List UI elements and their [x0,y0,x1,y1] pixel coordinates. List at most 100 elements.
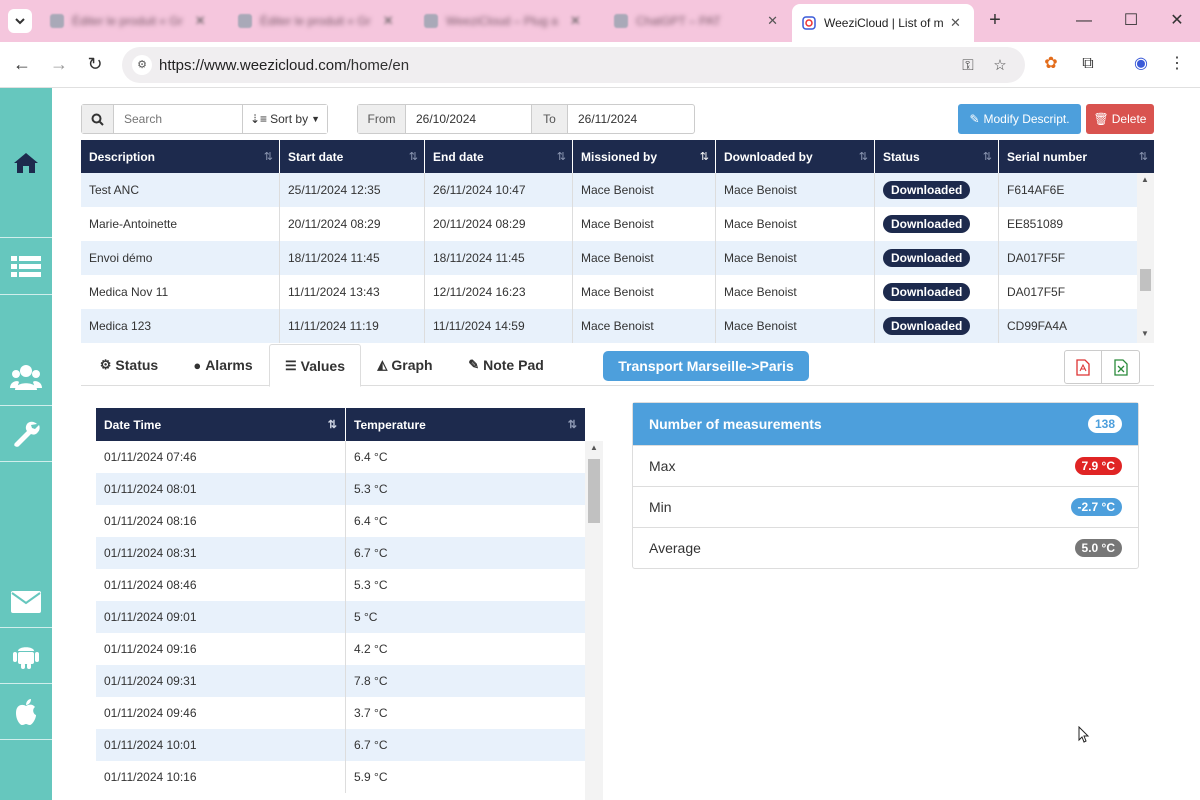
table-row: 01/11/2024 09:01 5 °C [96,601,585,633]
sidebar-item-mail[interactable] [0,462,52,628]
stat-label: Average [649,540,701,556]
url-text[interactable]: https://www.weezicloud.com/home/en [159,57,409,74]
forward-arrow-icon[interactable]: → [47,53,71,77]
sidebar-item-android[interactable] [0,628,52,684]
tab-label: Graph [391,357,433,373]
scrollbar[interactable]: ▲ ▼ [1137,173,1154,343]
list-icon [11,256,41,277]
profile-icon[interactable]: ◉ [1130,53,1152,75]
column-header-missioned-by[interactable]: Missioned by ⇅ [573,140,716,173]
sort-by-label: Sort by [270,112,309,126]
reload-icon[interactable]: ↻ [83,53,107,77]
close-icon[interactable]: ✕ [195,13,206,29]
column-label: Start date [288,149,344,164]
transport-mission-button[interactable]: Transport Marseille->Paris [603,351,809,381]
browser-tab[interactable]: Éditer le produit « Gr ✕ [228,6,408,36]
star-icon[interactable]: ☆ [990,56,1010,76]
table-row[interactable]: Marie-Antoinette 20/11/2024 08:29 20/11/20… [81,207,1154,241]
scroll-down-arrow-icon[interactable]: ▼ [1141,329,1149,338]
tab-status[interactable]: ⚙ Status [85,344,173,386]
cell-date-time: 01/11/2024 08:01 [96,473,346,505]
cell-serial-number: F614AF6E [1007,183,1065,197]
maximize-icon[interactable]: ☐ [1120,10,1142,32]
window-close-icon[interactable]: ✕ [1166,10,1188,32]
scroll-up-arrow-icon[interactable]: ▲ [590,443,598,452]
favicon-icon [424,14,438,28]
browser-tab[interactable]: ChatGPT – PAT ✕ [604,6,788,36]
table-row[interactable]: Envoi démo 18/11/2024 11:45 18/11/2024 11:… [81,241,1154,275]
table-row[interactable]: Medica Nov 11 11/11/2024 13:43 12/11/2024 … [81,275,1154,309]
cell-date-time: 01/11/2024 08:46 [96,569,346,601]
mouse-cursor-icon [1078,726,1090,743]
new-tab-plus-icon[interactable]: + [984,9,1006,31]
tab-note-pad[interactable]: ✎ Note Pad [465,344,547,386]
close-icon[interactable]: ✕ [383,13,394,29]
column-label: Serial number [1007,149,1088,164]
extension-icon[interactable]: ✿ [1040,53,1062,75]
browser-tab[interactable]: Éditer le produit « Gr ✕ [40,6,222,36]
table-row: 01/11/2024 08:16 6.4 °C [96,505,585,537]
delete-button[interactable]: 🗑 Delete [1086,104,1154,134]
export-excel-button[interactable] [1102,351,1139,383]
scroll-thumb[interactable] [1140,269,1151,291]
column-header-date-time[interactable]: Date Time ⇅ [96,408,346,441]
cell-status: Downloaded [875,241,999,275]
scroll-thumb[interactable] [588,459,600,523]
scrollbar[interactable]: ▲ [585,441,603,800]
to-label: To [532,105,568,133]
modify-description-button[interactable]: ✎ Modify Descript. [958,104,1081,134]
cell-downloaded-by: Mace Benoist [716,207,875,241]
export-pdf-button[interactable] [1065,351,1102,383]
column-label: End date [433,149,484,164]
sidebar-item-home[interactable] [0,88,52,238]
minimize-icon[interactable]: — [1073,10,1095,32]
close-icon[interactable]: ✕ [950,15,961,31]
sidebar-item-list[interactable] [0,238,52,295]
table-row[interactable]: Test ANC 25/11/2024 12:35 26/11/2024 10:47… [81,173,1154,207]
puzzle-icon[interactable]: ⧉ [1077,53,1099,75]
column-header-serial-number[interactable]: Serial number ⇅ [999,140,1154,173]
column-label: Status [883,149,920,164]
address-bar[interactable]: ⚙ https://www.weezicloud.com/home/en ⚿ ☆ [122,47,1025,83]
detail-tabs: ⚙ Status ● Alarms ☰ Values ◭ Graph ✎ Note Pad… [81,344,1154,387]
key-icon[interactable]: ⚿ [958,56,978,76]
cell-description: Marie-Antoinette [81,207,280,241]
status-badge: Downloaded [883,249,971,267]
tab-label: Values [300,357,346,374]
sidebar-item-apple[interactable] [0,684,52,740]
column-header-end-date[interactable]: End date ⇅ [425,140,573,173]
column-header-status[interactable]: Status ⇅ [875,140,999,173]
table-row[interactable]: Medica 123 11/11/2024 11:19 11/11/2024 14:… [81,309,1154,343]
cell-missioned-by: Mace Benoist [573,207,716,241]
tab-graph[interactable]: ◭ Graph [369,344,441,386]
menu-dots-icon[interactable]: ⋮ [1166,53,1188,75]
close-icon[interactable]: ✕ [570,13,581,29]
browser-tab-active[interactable]: WeeziCloud | List of m ✕ [792,4,974,42]
tab-alarms[interactable]: ● Alarms [179,344,267,386]
to-date-input[interactable]: 26/11/2024 [568,105,694,133]
site-settings-icon[interactable]: ⚙ [132,55,152,75]
date-range: From 26/10/2024 To 26/11/2024 [357,104,695,134]
sidebar-item-settings[interactable] [0,406,52,462]
url-host: https://www.weezicloud.com [159,57,347,74]
column-header-start-date[interactable]: Start date ⇅ [280,140,425,173]
wrench-icon [14,421,40,447]
column-header-downloaded-by[interactable]: Downloaded by ⇅ [716,140,875,173]
tab-search-button[interactable] [8,9,32,33]
search-input[interactable] [114,105,242,133]
sort-by-button[interactable]: ⇣≡ Sort by ▼ [242,105,327,133]
column-header-temperature[interactable]: Temperature ⇅ [346,408,585,441]
table-row: 01/11/2024 08:31 6.7 °C [96,537,585,569]
browser-tab[interactable]: WeeziCloud – Plug a ✕ [414,6,600,36]
close-icon[interactable]: ✕ [767,13,778,29]
tab-values[interactable]: ☰ Values [269,344,361,387]
column-header-description[interactable]: Description ⇅ [81,140,280,173]
from-date-input[interactable]: 26/10/2024 [406,105,532,133]
android-icon [13,646,39,669]
sidebar-item-users[interactable] [0,295,52,406]
apple-icon [16,698,36,725]
table-header: Description ⇅ Start date ⇅ End date ⇅ Missi… [81,140,1154,173]
table-header: Date Time ⇅ Temperature ⇅ [96,408,585,441]
scroll-up-arrow-icon[interactable]: ▲ [1141,175,1149,184]
back-arrow-icon[interactable]: ← [10,53,34,77]
